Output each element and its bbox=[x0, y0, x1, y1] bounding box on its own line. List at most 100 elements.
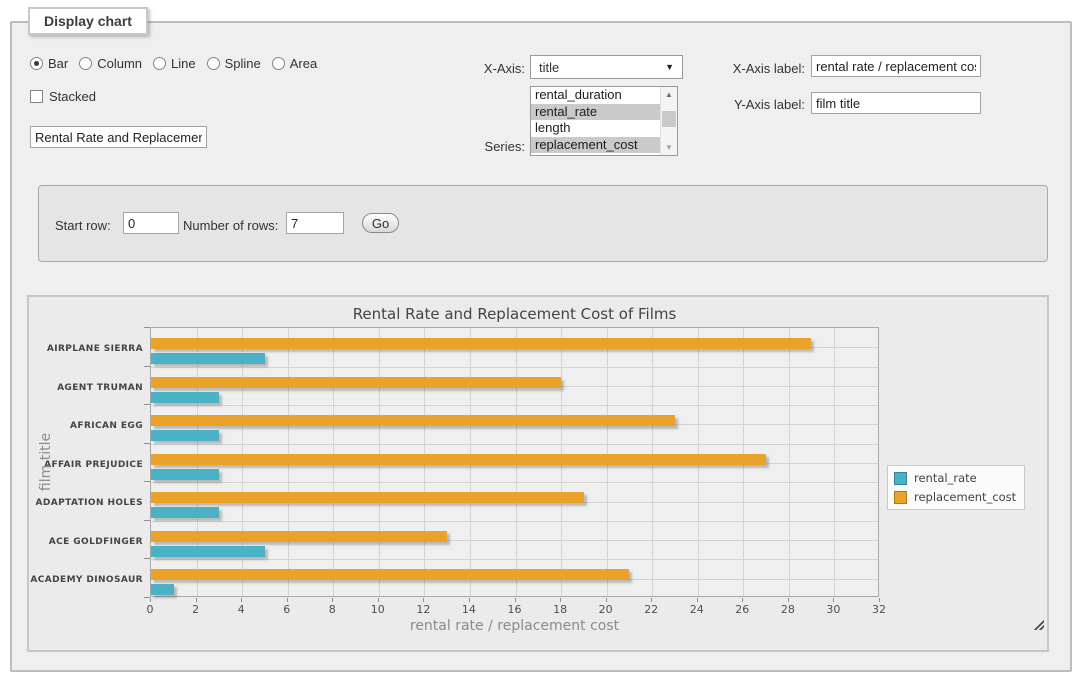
x-axis-select[interactable]: title ▼ bbox=[530, 55, 683, 79]
scroll-down-icon[interactable]: ▼ bbox=[661, 140, 677, 155]
replacement_cost-swatch-icon bbox=[894, 491, 907, 504]
bar-replacement_cost bbox=[151, 415, 675, 426]
scrollbar[interactable]: ▲ ▼ bbox=[660, 87, 677, 155]
x-axis-tick bbox=[560, 598, 561, 602]
y-axis-tick bbox=[144, 558, 150, 559]
gridline-horizontal bbox=[151, 482, 878, 483]
chart-title-input[interactable] bbox=[30, 126, 207, 148]
radio-label: Area bbox=[290, 56, 317, 71]
x-axis-tick bbox=[742, 598, 743, 602]
bar-rental_rate bbox=[151, 392, 219, 403]
rental_rate-swatch-icon bbox=[894, 472, 907, 485]
series-option-rental_duration[interactable]: rental_duration bbox=[531, 87, 660, 104]
chart-type-radio-area[interactable]: Area bbox=[272, 56, 317, 71]
x-axis-tick bbox=[332, 598, 333, 602]
x-axis-tick bbox=[241, 598, 242, 602]
x-tick-label: 32 bbox=[862, 603, 896, 616]
radio-label: Spline bbox=[225, 56, 261, 71]
x-tick-label: 14 bbox=[452, 603, 486, 616]
legend-entry-replacement_cost: replacement_cost bbox=[894, 490, 1016, 504]
stacked-option[interactable]: Stacked bbox=[30, 89, 96, 104]
x-axis-selected-value: title bbox=[539, 60, 559, 75]
bar-replacement_cost bbox=[151, 531, 447, 542]
x-tick-label: 2 bbox=[179, 603, 213, 616]
category-label: ADAPTATION HOLES bbox=[29, 498, 143, 508]
bar-replacement_cost bbox=[151, 569, 629, 580]
radio-icon[interactable] bbox=[207, 57, 220, 70]
radio-icon[interactable] bbox=[272, 57, 285, 70]
y-axis-tick bbox=[144, 327, 150, 328]
scroll-up-icon[interactable]: ▲ bbox=[661, 87, 677, 102]
stacked-label: Stacked bbox=[49, 89, 96, 104]
x-tick-label: 30 bbox=[816, 603, 850, 616]
x-tick-label: 26 bbox=[725, 603, 759, 616]
radio-icon[interactable] bbox=[79, 57, 92, 70]
x-tick-label: 6 bbox=[270, 603, 304, 616]
x-axis-label-input[interactable] bbox=[811, 55, 981, 77]
x-tick-label: 8 bbox=[315, 603, 349, 616]
chevron-down-icon: ▼ bbox=[665, 62, 674, 72]
y-axis-tick bbox=[144, 481, 150, 482]
radio-icon[interactable] bbox=[153, 57, 166, 70]
radio-label: Column bbox=[97, 56, 142, 71]
y-axis-label-field-label: Y-Axis label: bbox=[700, 97, 805, 112]
series-option-rental_rate[interactable]: rental_rate bbox=[531, 104, 660, 121]
x-axis-tick bbox=[196, 598, 197, 602]
chart-title: Rental Rate and Replacement Cost of Film… bbox=[150, 305, 879, 323]
radio-label: Line bbox=[171, 56, 196, 71]
bar-replacement_cost bbox=[151, 377, 561, 388]
x-axis-tick bbox=[423, 598, 424, 602]
bar-replacement_cost bbox=[151, 492, 584, 503]
chart-type-radio-group: Bar Column Line Spline Area bbox=[30, 56, 317, 71]
series-options: rental_durationrental_ratelengthreplacem… bbox=[531, 87, 660, 155]
bar-replacement_cost bbox=[151, 454, 766, 465]
bar-rental_rate bbox=[151, 507, 219, 518]
fieldset-legend: Display chart bbox=[28, 7, 148, 35]
chart-type-radio-bar[interactable]: Bar bbox=[30, 56, 68, 71]
category-label: ACE GOLDFINGER bbox=[29, 537, 143, 547]
x-tick-label: 18 bbox=[543, 603, 577, 616]
series-option-replacement_cost[interactable]: replacement_cost bbox=[531, 137, 660, 154]
x-axis-tick bbox=[833, 598, 834, 602]
y-axis-tick bbox=[144, 520, 150, 521]
x-axis-tick bbox=[879, 598, 880, 602]
chart-type-radio-column[interactable]: Column bbox=[79, 56, 142, 71]
category-label: AGENT TRUMAN bbox=[29, 383, 143, 393]
category-label: AIRPLANE SIERRA bbox=[29, 344, 143, 354]
series-option-length[interactable]: length bbox=[531, 120, 660, 137]
number-of-rows-input[interactable] bbox=[286, 212, 344, 234]
scroll-thumb[interactable] bbox=[662, 111, 676, 127]
resize-grip-icon[interactable] bbox=[1033, 619, 1044, 630]
legend-entry-rental_rate: rental_rate bbox=[894, 471, 1016, 485]
bar-replacement_cost bbox=[151, 338, 811, 349]
x-tick-label: 4 bbox=[224, 603, 258, 616]
x-axis-tick bbox=[606, 598, 607, 602]
start-row-input[interactable] bbox=[123, 212, 179, 234]
stacked-checkbox[interactable] bbox=[30, 90, 43, 103]
series-listbox-label: Series: bbox=[455, 139, 525, 154]
gridline-vertical bbox=[834, 328, 835, 596]
chart-legend: rental_rate replacement_cost bbox=[887, 465, 1025, 510]
category-label: AFRICAN EGG bbox=[29, 421, 143, 431]
chart-plot-area bbox=[150, 327, 879, 597]
legend-label: rental_rate bbox=[914, 471, 977, 485]
x-tick-label: 20 bbox=[589, 603, 623, 616]
bar-rental_rate bbox=[151, 430, 219, 441]
y-axis-tick bbox=[144, 366, 150, 367]
go-button[interactable]: Go bbox=[362, 213, 399, 233]
gridline-horizontal bbox=[151, 559, 878, 560]
bar-rental_rate bbox=[151, 584, 174, 595]
y-axis-label-input[interactable] bbox=[811, 92, 981, 114]
chart-type-radio-spline[interactable]: Spline bbox=[207, 56, 261, 71]
x-tick-label: 22 bbox=[634, 603, 668, 616]
gridline-horizontal bbox=[151, 405, 878, 406]
series-listbox[interactable]: rental_durationrental_ratelengthreplacem… bbox=[530, 86, 678, 156]
chart-type-radio-line[interactable]: Line bbox=[153, 56, 196, 71]
x-axis-tick bbox=[150, 598, 151, 602]
x-axis-tick bbox=[469, 598, 470, 602]
x-tick-label: 12 bbox=[406, 603, 440, 616]
category-label: ACADEMY DINOSAUR bbox=[29, 575, 143, 585]
x-axis-tick bbox=[515, 598, 516, 602]
radio-icon[interactable] bbox=[30, 57, 43, 70]
x-tick-label: 0 bbox=[133, 603, 167, 616]
